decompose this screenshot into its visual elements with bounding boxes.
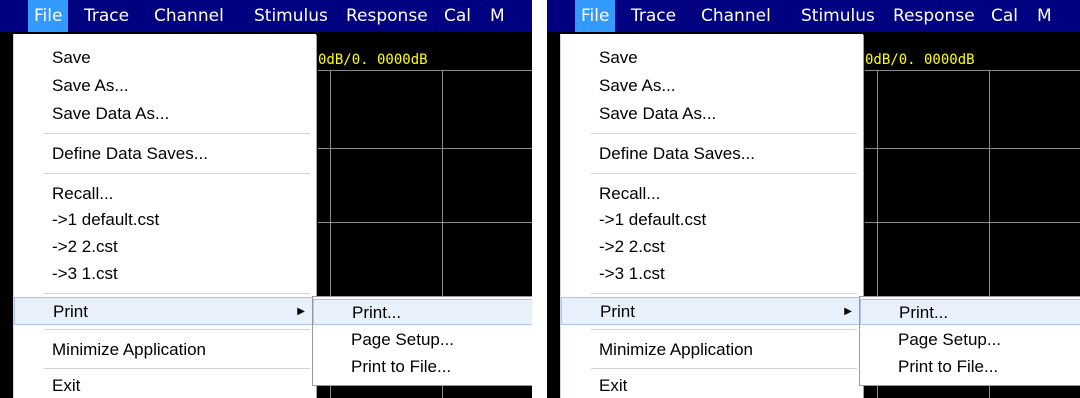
grid-line [865, 70, 1080, 71]
menu-response[interactable]: Response [340, 0, 434, 32]
menu-item-save[interactable]: Save [14, 44, 316, 72]
menu-trace[interactable]: Trace [625, 0, 682, 32]
menu-stimulus[interactable]: Stimulus [795, 0, 881, 32]
chevron-right-icon: ▶ [297, 306, 305, 317]
menu-separator [591, 368, 857, 369]
file-menu-dropdown: Save Save As... Save Data As... Define D… [561, 34, 863, 398]
menu-cal[interactable]: Cal [438, 0, 477, 32]
print-submenu: Print... Page Setup... Print to File... [859, 296, 1080, 386]
menu-item-exit[interactable]: Exit [14, 372, 316, 398]
menu-item-recent-3[interactable]: ->3 1.cst [561, 260, 863, 288]
menu-item-define-data-saves[interactable]: Define Data Saves... [14, 140, 316, 168]
menu-item-recent-1[interactable]: ->1 default.cst [14, 206, 316, 234]
scale-readout: 0dB/0. 0000dB [865, 52, 975, 68]
menu-item-save-as[interactable]: Save As... [14, 72, 316, 100]
menu-response[interactable]: Response [887, 0, 981, 32]
menu-separator [44, 368, 310, 369]
menu-m[interactable]: M [484, 0, 511, 32]
menu-item-print[interactable]: Print ▶ [561, 297, 863, 325]
submenu-item-print-to-file[interactable]: Print to File... [313, 354, 532, 380]
menu-item-print[interactable]: Print ▶ [14, 297, 316, 325]
menu-separator [591, 293, 857, 294]
menu-item-save-as[interactable]: Save As... [561, 72, 863, 100]
submenu-item-print-to-file[interactable]: Print to File... [860, 354, 1080, 380]
menu-stimulus[interactable]: Stimulus [248, 0, 334, 32]
scale-readout: 0dB/0. 0000dB [318, 52, 428, 68]
menu-item-minimize-application[interactable]: Minimize Application [14, 336, 316, 364]
menu-item-recent-3[interactable]: ->3 1.cst [14, 260, 316, 288]
menu-item-recall[interactable]: Recall... [561, 180, 863, 208]
menu-separator [44, 293, 310, 294]
menu-m[interactable]: M [1031, 0, 1058, 32]
menu-bar: File Trace Channel Stimulus Response Cal… [547, 0, 1080, 32]
menu-separator [44, 173, 310, 174]
submenu-item-page-setup[interactable]: Page Setup... [860, 327, 1080, 353]
menu-file-active[interactable]: File [575, 0, 616, 32]
menu-item-save-data-as[interactable]: Save Data As... [561, 100, 863, 128]
menu-channel[interactable]: Channel [148, 0, 230, 32]
menu-separator [44, 133, 310, 134]
menu-item-recent-2[interactable]: ->2 2.cst [14, 233, 316, 261]
submenu-item-page-setup[interactable]: Page Setup... [313, 327, 532, 353]
menu-item-recall[interactable]: Recall... [14, 180, 316, 208]
menu-separator [591, 329, 857, 330]
menu-item-save-data-as[interactable]: Save Data As... [14, 100, 316, 128]
grid-line [865, 148, 1080, 149]
submenu-item-print[interactable]: Print... [313, 299, 532, 325]
file-menu-dropdown: Save Save As... Save Data As... Define D… [14, 34, 316, 398]
menu-item-recent-1[interactable]: ->1 default.cst [561, 206, 863, 234]
menu-separator [591, 133, 857, 134]
chevron-right-icon: ▶ [844, 306, 852, 317]
screenshot-right: File Trace Channel Stimulus Response Cal… [547, 0, 1080, 398]
menu-item-define-data-saves[interactable]: Define Data Saves... [561, 140, 863, 168]
menu-item-minimize-application[interactable]: Minimize Application [561, 336, 863, 364]
menu-separator [591, 173, 857, 174]
print-submenu: Print... Page Setup... Print to File... [312, 296, 532, 386]
menu-trace[interactable]: Trace [78, 0, 135, 32]
grid-line [318, 222, 532, 223]
menu-channel[interactable]: Channel [695, 0, 777, 32]
grid-line [318, 70, 532, 71]
menu-item-recent-2[interactable]: ->2 2.cst [561, 233, 863, 261]
screenshot-left: File Trace Channel Stimulus Response Cal… [0, 0, 532, 398]
menu-item-save[interactable]: Save [561, 44, 863, 72]
menu-file-active[interactable]: File [28, 0, 69, 32]
menu-cal[interactable]: Cal [985, 0, 1024, 32]
menu-separator [44, 329, 310, 330]
grid-line [865, 222, 1080, 223]
grid-line [318, 148, 532, 149]
menu-bar: File Trace Channel Stimulus Response Cal… [0, 0, 532, 32]
menu-item-exit[interactable]: Exit [561, 372, 863, 398]
submenu-item-print[interactable]: Print... [860, 299, 1080, 325]
